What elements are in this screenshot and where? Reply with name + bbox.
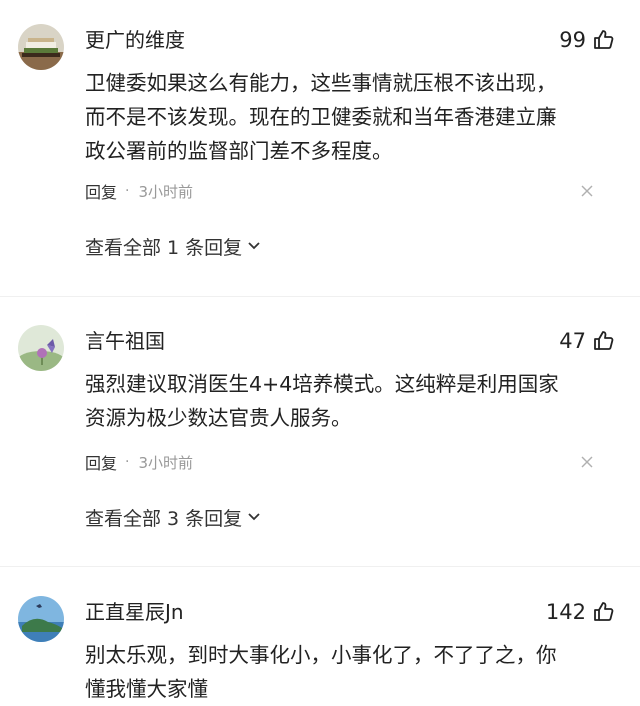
comment-item: 正直星辰Jn 142 别太乐观，到时大事化小，小事化了，不了了之，你 懂我懂大家… <box>0 596 640 705</box>
like-button[interactable]: 142 <box>546 598 616 626</box>
close-icon[interactable] <box>580 184 594 198</box>
comment-line: 懂我懂大家懂 <box>85 677 208 701</box>
comment-text: 别太乐观，到时大事化小，小事化了，不了了之，你 懂我懂大家懂 <box>85 638 615 706</box>
comment-line: 强烈建议取消医生4+4培养模式。这纯粹是利用国家 <box>85 372 559 396</box>
comment-text: 强烈建议取消医生4+4培养模式。这纯粹是利用国家 资源为极少数达官贵人服务。 <box>85 367 615 435</box>
comment-line: 而不是不该发现。现在的卫健委就和当年香港建立廉 <box>85 105 557 129</box>
comment-line: 资源为极少数达官贵人服务。 <box>85 406 352 430</box>
like-button[interactable]: 99 <box>559 26 616 54</box>
separator-dot: · <box>125 183 130 199</box>
thumbs-up-icon <box>594 331 614 350</box>
view-all-replies-link[interactable]: 查看全部 3 条回复 <box>85 503 261 531</box>
chevron-down-icon <box>248 513 260 521</box>
view-all-replies-link[interactable]: 查看全部 1 条回复 <box>85 232 261 260</box>
close-icon[interactable] <box>580 455 594 469</box>
like-count: 47 <box>559 329 586 353</box>
comment-text: 卫健委如果这么有能力，这些事情就压根不该出现， 而不是不该发现。现在的卫健委就和… <box>85 66 615 168</box>
comment-line: 别太乐观，到时大事化小，小事化了，不了了之，你 <box>85 643 557 667</box>
like-count: 142 <box>545 600 586 624</box>
view-replies-label: 查看全部 3 条回复 <box>85 507 243 530</box>
thumbs-up-icon <box>594 602 614 621</box>
username[interactable]: 更广的维度 <box>85 26 185 54</box>
books-avatar-icon[interactable] <box>18 24 64 70</box>
butterfly-flower-avatar-icon[interactable] <box>18 325 64 371</box>
comment-item: 言午祖国 47 强烈建议取消医生4+4培养模式。这纯粹是利用国家 资源为极少数达… <box>0 325 640 545</box>
reply-button[interactable]: 回复 <box>85 450 117 474</box>
like-count: 99 <box>559 28 586 52</box>
view-replies-label: 查看全部 1 条回复 <box>85 236 243 259</box>
divider <box>0 296 640 297</box>
divider <box>0 566 640 567</box>
timestamp: 3小时前 <box>138 453 194 472</box>
reply-button[interactable]: 回复 <box>85 179 117 203</box>
chevron-down-icon <box>248 242 260 250</box>
island-sky-avatar-icon[interactable] <box>18 596 64 642</box>
like-button[interactable]: 47 <box>559 327 616 355</box>
timestamp: 3小时前 <box>138 182 194 201</box>
username[interactable]: 言午祖国 <box>85 327 165 355</box>
comment-meta: 回复 · 3小时前 <box>85 179 193 203</box>
comment-meta: 回复 · 3小时前 <box>85 450 193 474</box>
thumbs-up-icon <box>594 30 614 49</box>
comment-line: 政公署前的监督部门差不多程度。 <box>85 139 393 163</box>
username[interactable]: 正直星辰Jn <box>85 598 184 626</box>
separator-dot: · <box>125 454 130 470</box>
comment-line: 卫健委如果这么有能力，这些事情就压根不该出现， <box>85 71 557 95</box>
comment-item: 更广的维度 99 卫健委如果这么有能力，这些事情就压根不该出现， 而不是不该发现… <box>0 24 640 284</box>
